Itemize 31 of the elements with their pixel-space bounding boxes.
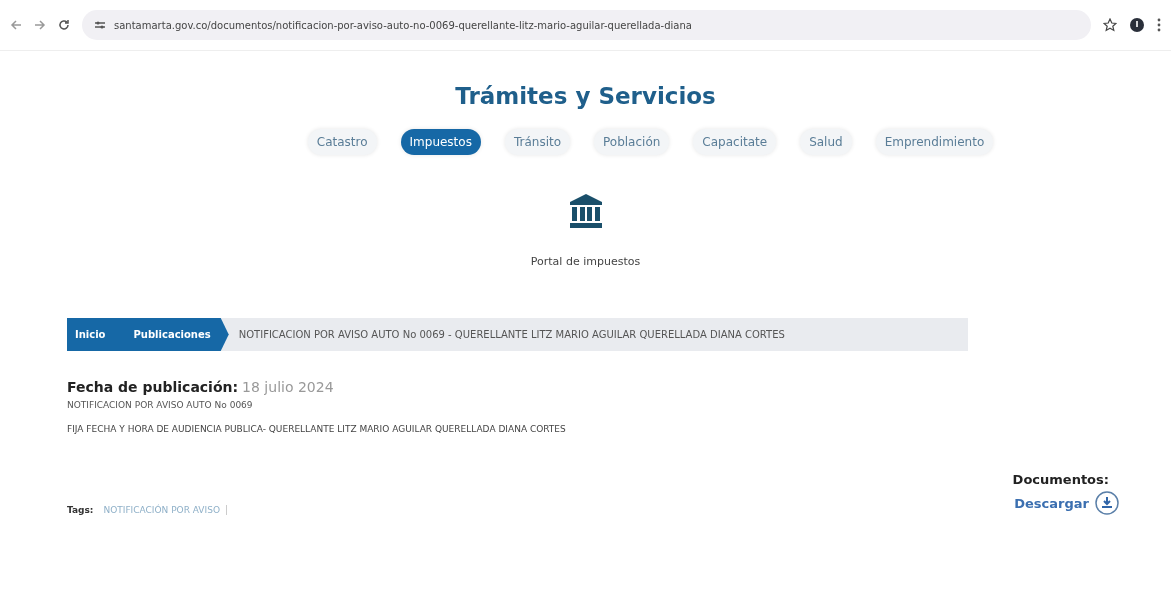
category-tab[interactable]: Catastro xyxy=(307,129,377,155)
publication-date: 18 julio 2024 xyxy=(242,379,334,395)
page-title: Trámites y Servicios xyxy=(454,83,717,109)
category-tab[interactable]: Capacitate xyxy=(693,129,777,155)
category-tab[interactable]: Impuestos xyxy=(400,129,481,155)
profile-icon[interactable] xyxy=(1129,17,1145,33)
publication-subtitle: NOTIFICACION POR AVISO AUTO No 0069 xyxy=(67,400,254,410)
download-icon[interactable] xyxy=(1095,491,1119,515)
menu-icon[interactable] xyxy=(1157,18,1161,32)
star-icon[interactable] xyxy=(1103,18,1117,32)
forward-icon[interactable] xyxy=(34,19,46,31)
breadcrumb-link[interactable]: Inicio xyxy=(75,329,106,340)
portal-link[interactable]: Portal de impuestos xyxy=(530,255,641,268)
documents-heading: Documentos: xyxy=(1012,472,1109,487)
site-settings-icon[interactable] xyxy=(94,20,106,30)
category-tab[interactable]: Población xyxy=(594,129,670,155)
date-label: Fecha de publicación: xyxy=(67,379,239,395)
category-tab[interactable]: Salud xyxy=(800,129,852,155)
publication-description: FIJA FECHA Y HORA DE AUDIENCIA PUBLICA- QUERELLANTE LITZ MARIO AGUILAR QUERELLADA DIANA CORTES xyxy=(67,424,567,434)
tag-link[interactable]: NOTIFICACIÓN POR AVISO xyxy=(103,505,227,515)
tags-label: Tags: xyxy=(67,505,94,515)
category-tab[interactable]: Tránsito xyxy=(504,129,570,155)
breadcrumb-current: NOTIFICACION POR AVISO AUTO No 0069 - QUERELLANTE LITZ MARIO AGUILAR QUERELLADA DIANA CORTES xyxy=(238,329,785,340)
download-link[interactable]: Descargar xyxy=(1014,491,1119,515)
breadcrumb-link[interactable]: Publicaciones xyxy=(133,329,211,340)
url-text: santamarta.gov.co/documentos/notificacion-por-aviso-auto-no-0069-querellante-litz-mario-aguilar-querellada-diana xyxy=(114,19,692,31)
category-tab[interactable]: Emprendimiento xyxy=(875,129,994,155)
bank-building-icon[interactable] xyxy=(568,193,603,229)
back-icon[interactable] xyxy=(10,19,22,31)
address-bar[interactable]: santamarta.gov.co/documentos/notificacion-por-aviso-auto-no-0069-querellante-litz-mario-aguilar-querellada-diana xyxy=(82,10,1091,40)
reload-icon[interactable] xyxy=(58,19,70,31)
